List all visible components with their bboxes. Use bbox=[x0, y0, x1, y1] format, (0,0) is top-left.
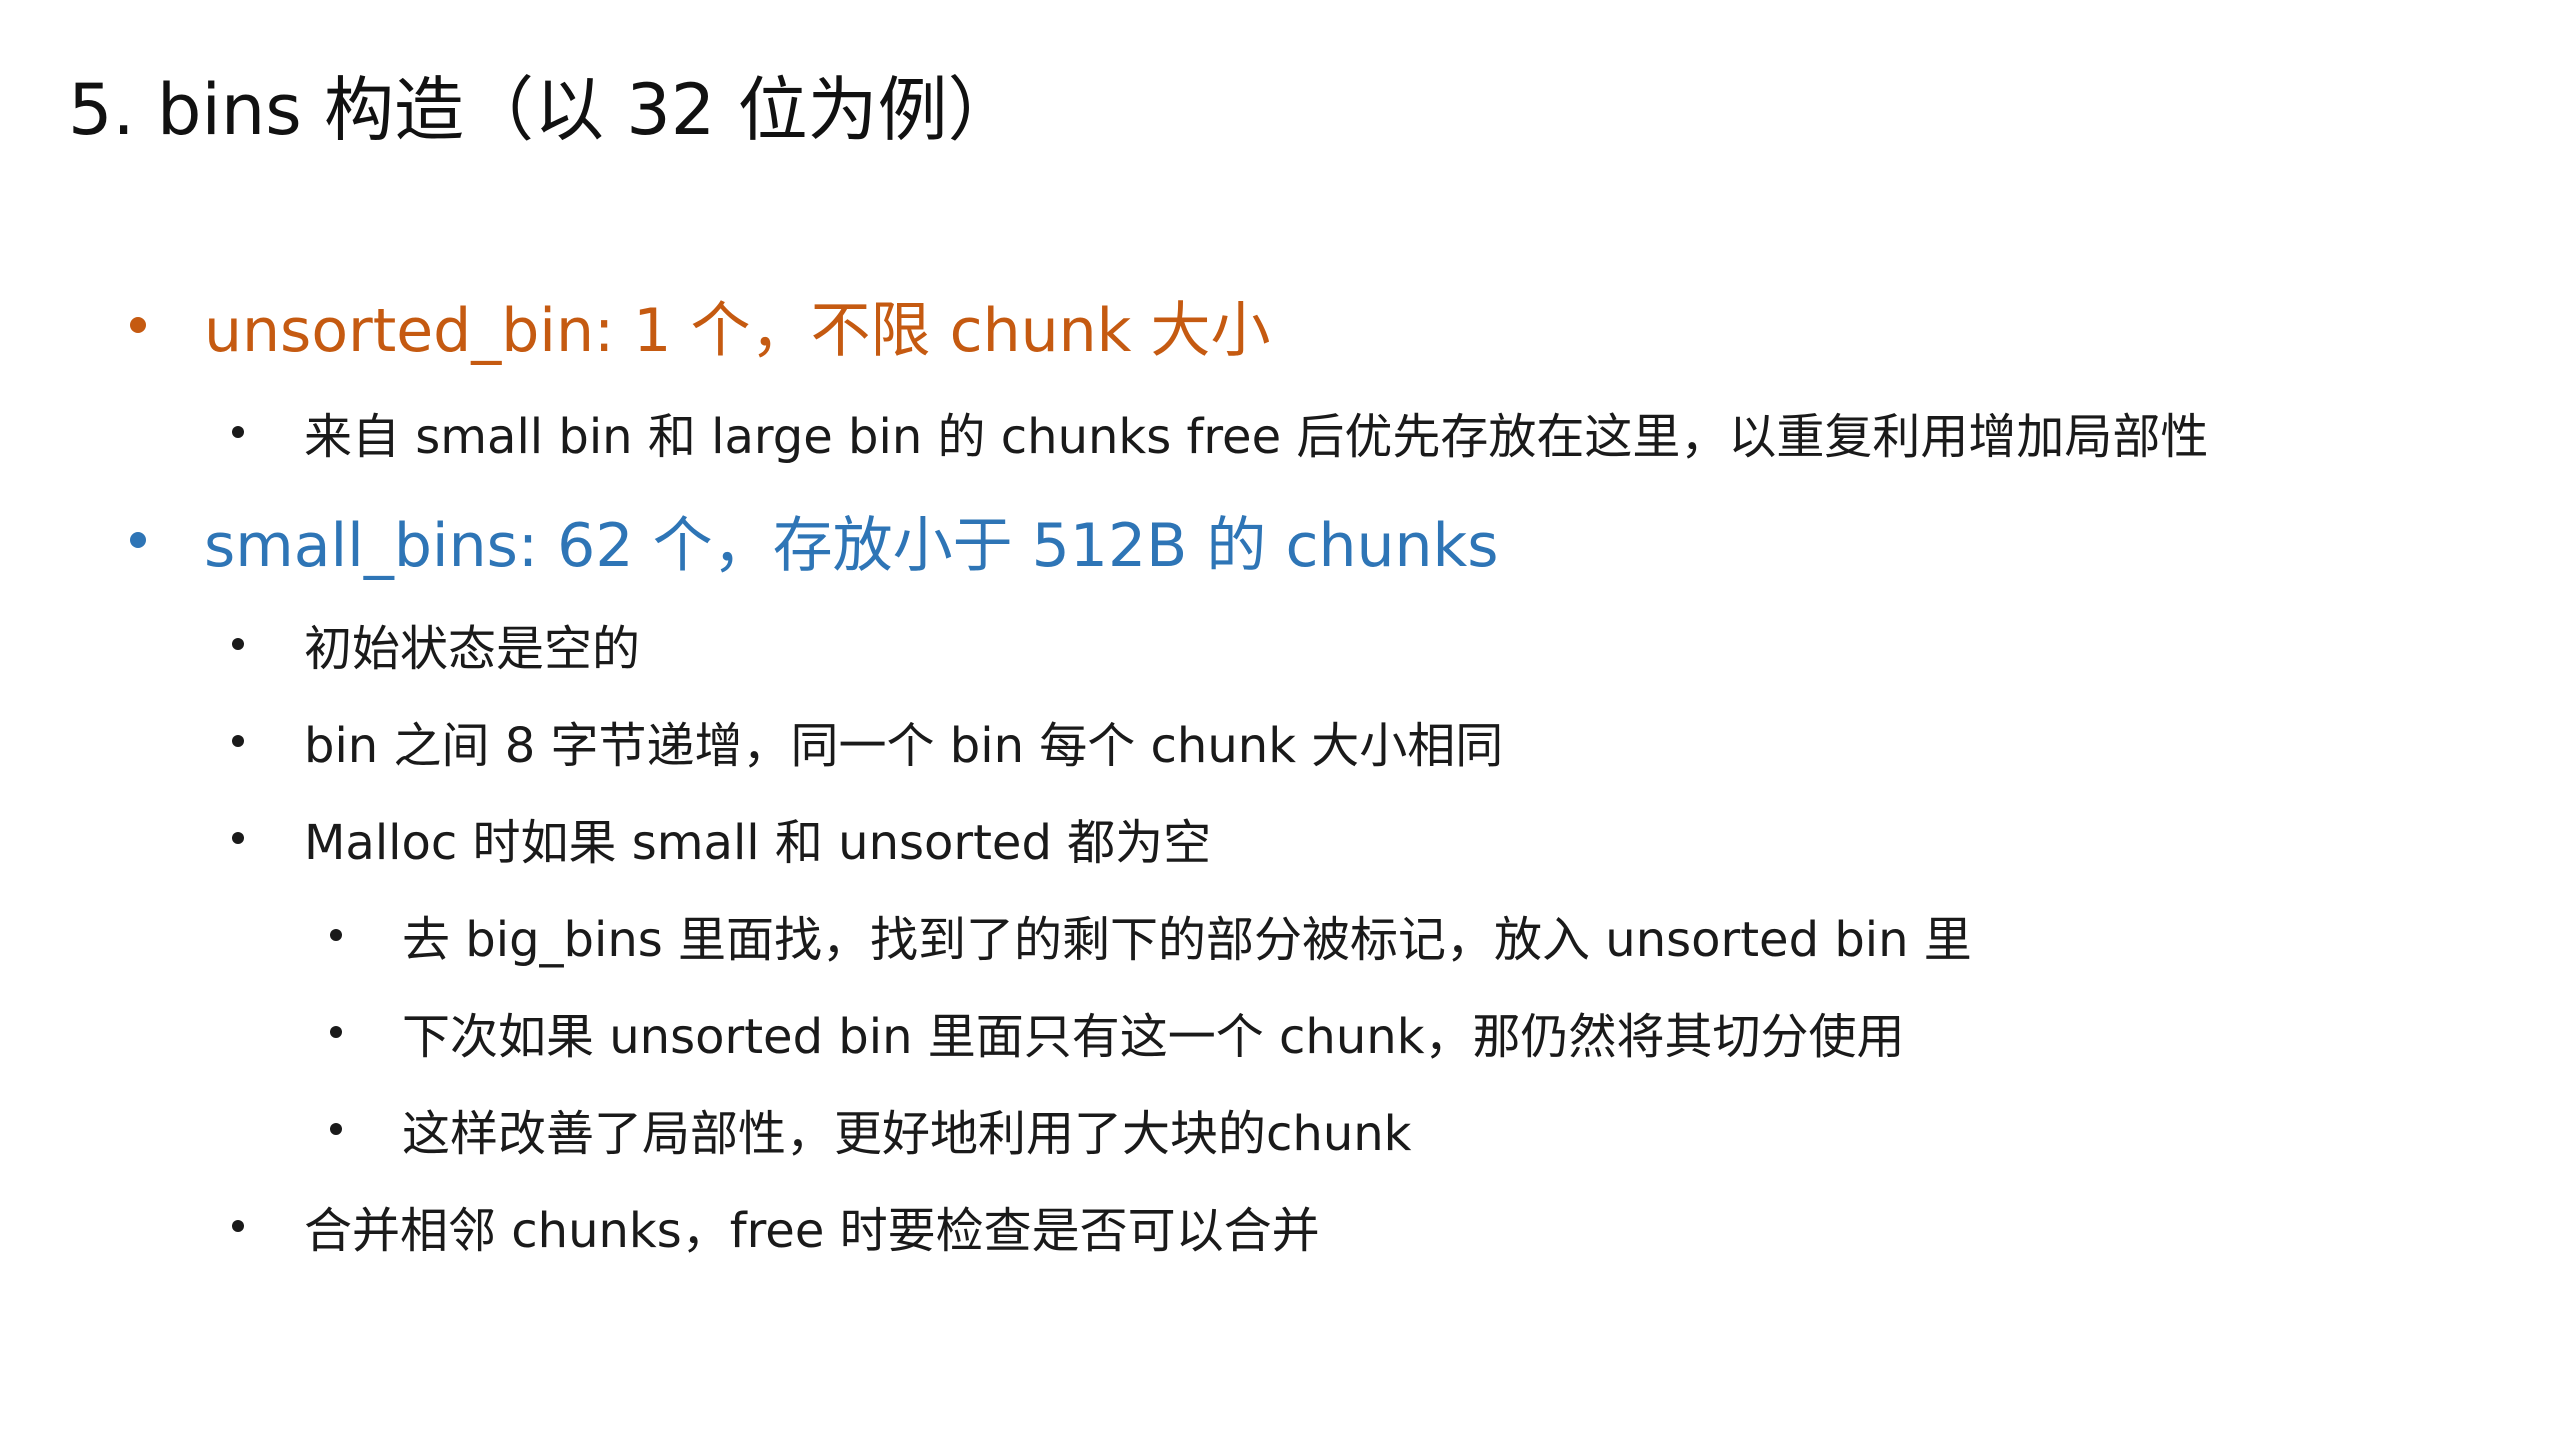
sub-bullet-malloc-empty: Malloc 时如果 small 和 unsorted 都为空 bbox=[232, 806, 1212, 871]
bullet-text: 下次如果 unsorted bin 里面只有这一个 chunk，那仍然将其切分使… bbox=[402, 1009, 1905, 1065]
sub-sub-bullet-locality: 这样改善了局部性，更好地利用了大块的chunk bbox=[330, 1097, 1412, 1162]
bullet-dot bbox=[330, 1026, 342, 1038]
bullet-text: Malloc 时如果 small 和 unsorted 都为空 bbox=[304, 815, 1212, 871]
bullet-text: unsorted_bin: 1 个，不限 chunk 大小 bbox=[204, 295, 1271, 366]
sub-bullet-merge: 合并相邻 chunks，free 时要检查是否可以合并 bbox=[232, 1194, 1320, 1259]
bullet-text: 初始状态是空的 bbox=[304, 621, 641, 677]
bullet-text: bin 之间 8 字节递增，同一个 bin 每个 chunk 大小相同 bbox=[304, 718, 1504, 774]
bullet-small-bins: small_bins: 62 个，存放小于 512B 的 chunks bbox=[130, 500, 1499, 581]
sub-sub-bullet-big-bins: 去 big_bins 里面找，找到了的剩下的部分被标记，放入 unsorted … bbox=[330, 903, 1972, 968]
slide: 5. bins 构造（以 32 位为例） unsorted_bin: 1 个，不… bbox=[0, 0, 2559, 1439]
sub-bullet-size-step: bin 之间 8 字节递增，同一个 bin 每个 chunk 大小相同 bbox=[232, 709, 1504, 774]
sub-bullet-unsorted-source: 来自 small bin 和 large bin 的 chunks free 后… bbox=[232, 400, 2209, 465]
bullet-dot bbox=[232, 1220, 244, 1232]
sub-bullet-initial-state: 初始状态是空的 bbox=[232, 612, 641, 677]
bullet-text: 来自 small bin 和 large bin 的 chunks free 后… bbox=[304, 409, 2209, 465]
slide-title: 5. bins 构造（以 32 位为例） bbox=[68, 69, 1018, 151]
bullet-dot bbox=[130, 532, 146, 548]
bullet-dot bbox=[232, 735, 244, 747]
sub-sub-bullet-next-split: 下次如果 unsorted bin 里面只有这一个 chunk，那仍然将其切分使… bbox=[330, 1000, 1905, 1065]
bullet-text: 合并相邻 chunks，free 时要检查是否可以合并 bbox=[304, 1203, 1320, 1259]
bullet-text: 去 big_bins 里面找，找到了的剩下的部分被标记，放入 unsorted … bbox=[402, 912, 1972, 968]
bullet-dot bbox=[330, 1123, 342, 1135]
bullet-dot bbox=[232, 638, 244, 650]
bullet-dot bbox=[330, 929, 342, 941]
bullet-text: 这样改善了局部性，更好地利用了大块的chunk bbox=[402, 1106, 1412, 1162]
bullet-dot bbox=[232, 426, 244, 438]
bullet-unsorted-bin: unsorted_bin: 1 个，不限 chunk 大小 bbox=[130, 285, 1271, 366]
bullet-dot bbox=[130, 317, 146, 333]
bullet-text: small_bins: 62 个，存放小于 512B 的 chunks bbox=[204, 510, 1499, 581]
bullet-dot bbox=[232, 832, 244, 844]
